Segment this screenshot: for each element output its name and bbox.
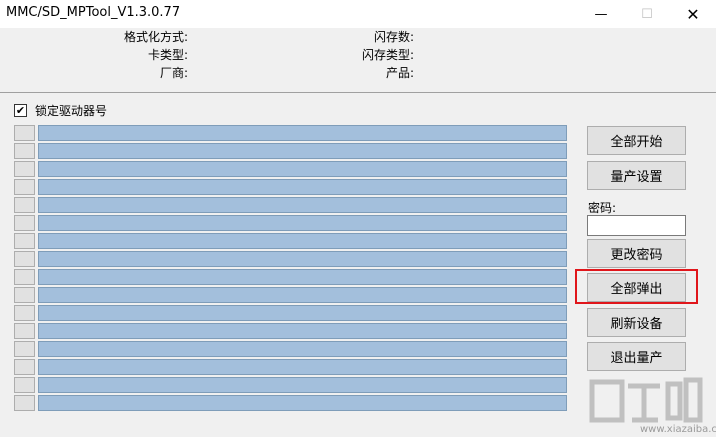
product-label: 产品: [385,66,414,80]
port-slot-row [14,161,567,177]
port-progress-bar [38,197,567,213]
port-progress-bar [38,359,567,375]
exit-mp-button[interactable]: 退出量产 [587,342,686,371]
port-slot-button[interactable] [14,125,35,141]
checkmark-icon: ✔ [15,104,26,117]
lock-drive-checkbox[interactable]: ✔ [14,104,27,117]
port-slot-row [14,215,567,231]
port-progress-bar [38,125,567,141]
port-slot-button[interactable] [14,359,35,375]
card-type-label: 卡类型: [147,48,188,62]
highlight-box [575,269,698,304]
port-progress-bar [38,161,567,177]
window-title: MMC/SD_MPTool_V1.3.0.77 [6,5,181,20]
port-progress-bar [38,251,567,267]
port-slot-button[interactable] [14,197,35,213]
port-slot-button[interactable] [14,377,35,393]
port-progress-bar [38,395,567,411]
app-window: MMC/SD_MPTool_V1.3.0.77 — ☐ ✕ 格式化方式: 卡类型… [0,0,716,437]
start-all-button[interactable]: 全部开始 [587,126,686,155]
port-progress-bar [38,287,567,303]
port-slot-row [14,143,567,159]
port-slot-row [14,377,567,393]
refresh-devices-button[interactable]: 刷新设备 [587,308,686,337]
port-slot-button[interactable] [14,251,35,267]
port-slot-row [14,359,567,375]
port-progress-bar [38,179,567,195]
mp-settings-button[interactable]: 量产设置 [587,161,686,190]
minimize-icon: — [594,6,608,22]
format-label: 格式化方式: [123,30,188,44]
lock-drive-label: 锁定驱动器号 [35,104,108,118]
port-slot-row [14,125,567,141]
watermark-url: www.xiazaiba.com [640,424,716,435]
close-button[interactable]: ✕ [670,0,716,28]
port-slot-button[interactable] [14,305,35,321]
port-slot-row [14,395,567,411]
close-icon: ✕ [686,4,700,24]
port-progress-bar [38,305,567,321]
device-info-panel: 格式化方式: 卡类型: 厂商: 闪存数: 闪存类型: 产品: [0,28,716,93]
port-slot-row [14,341,567,357]
password-label: 密码: [588,201,617,215]
port-slot-button[interactable] [14,179,35,195]
lock-drive-option[interactable]: ✔ 锁定驱动器号 [14,102,107,119]
minimize-button[interactable]: — [578,0,624,28]
port-progress-bar [38,377,567,393]
port-progress-bar [38,341,567,357]
port-slot-row [14,269,567,285]
password-input[interactable] [587,215,686,236]
port-slot-button[interactable] [14,233,35,249]
port-progress-bar [38,233,567,249]
maximize-button: ☐ [624,0,670,28]
flash-type-label: 闪存类型: [361,48,414,62]
flash-count-label: 闪存数: [373,30,414,44]
port-slot-row [14,179,567,195]
port-progress-bar [38,215,567,231]
vendor-label: 厂商: [159,66,188,80]
port-slot-row [14,287,567,303]
port-slot-button[interactable] [14,161,35,177]
port-slot-button[interactable] [14,395,35,411]
port-slot-button[interactable] [14,341,35,357]
port-slot-row [14,233,567,249]
title-bar: MMC/SD_MPTool_V1.3.0.77 — ☐ ✕ [0,0,716,28]
port-slot-button[interactable] [14,287,35,303]
port-progress-bar [38,143,567,159]
port-progress-bar [38,269,567,285]
port-slot-row [14,323,567,339]
port-slot-button[interactable] [14,143,35,159]
change-password-button[interactable]: 更改密码 [587,239,686,268]
port-slot-row [14,251,567,267]
port-slot-button[interactable] [14,323,35,339]
maximize-icon: ☐ [641,6,653,22]
port-slot-row [14,305,567,321]
port-slot-row [14,197,567,213]
port-slot-button[interactable] [14,269,35,285]
port-progress-bar [38,323,567,339]
port-slot-button[interactable] [14,215,35,231]
